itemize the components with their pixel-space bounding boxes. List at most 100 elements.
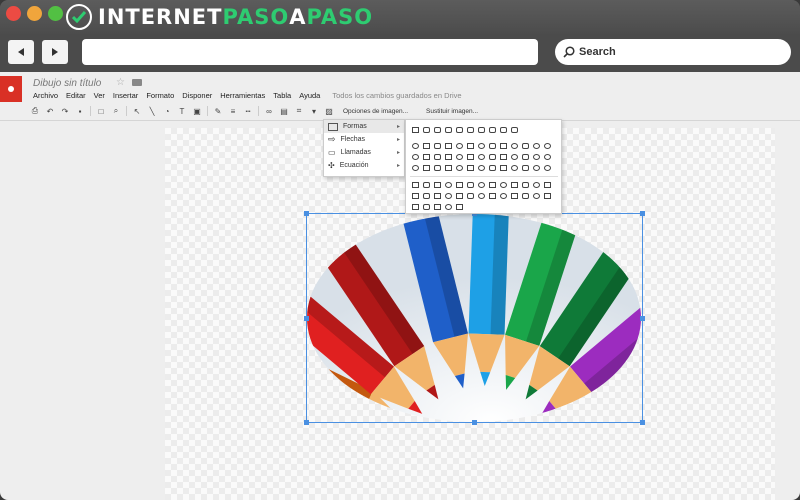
address-bar[interactable]: [82, 39, 538, 65]
select-cursor-icon[interactable]: ↖: [132, 107, 142, 116]
shape-option[interactable]: [410, 124, 421, 135]
menu-item-callouts[interactable]: ▭ Llamadas ▸: [324, 146, 404, 159]
shape-option[interactable]: [421, 179, 432, 190]
menu-item-arrows[interactable]: ⇨ Flechas ▸: [324, 133, 404, 146]
shape-option[interactable]: [520, 151, 531, 162]
resize-handle[interactable]: [304, 211, 309, 216]
shape-option[interactable]: [542, 151, 553, 162]
undo-icon[interactable]: ↶: [45, 107, 55, 116]
shape-option[interactable]: [465, 179, 476, 190]
replace-image-button[interactable]: Sustituir imagen...: [426, 108, 478, 115]
menu-herramientas[interactable]: Herramientas: [220, 91, 265, 100]
menu-item-equation[interactable]: ✣ Ecuación ▸: [324, 159, 404, 172]
document-title[interactable]: Dibujo sin título: [33, 78, 101, 89]
shape-option[interactable]: [542, 162, 553, 173]
shape-option[interactable]: [520, 190, 531, 201]
shape-option[interactable]: [476, 179, 487, 190]
drawings-logo-icon[interactable]: [0, 76, 22, 102]
shape-option[interactable]: [509, 151, 520, 162]
close-window-button[interactable]: [6, 6, 21, 21]
back-button[interactable]: [8, 40, 34, 64]
shape-option[interactable]: [542, 179, 553, 190]
shape-option[interactable]: [432, 140, 443, 151]
shape-option[interactable]: [443, 140, 454, 151]
menu-archivo[interactable]: Archivo: [33, 91, 58, 100]
shape-option[interactable]: [531, 179, 542, 190]
paint-format-icon[interactable]: ▪: [75, 107, 85, 116]
reset-image-icon[interactable]: ▨: [324, 107, 334, 116]
redo-icon[interactable]: ↷: [60, 107, 70, 116]
shape-option[interactable]: [465, 190, 476, 201]
shape-option[interactable]: [498, 140, 509, 151]
shape-option[interactable]: [509, 140, 520, 151]
shape-option[interactable]: [443, 179, 454, 190]
shape-option[interactable]: [454, 190, 465, 201]
resize-handle[interactable]: [640, 211, 645, 216]
shape-option[interactable]: [421, 201, 432, 212]
mask-image-icon[interactable]: ▾: [309, 107, 319, 116]
shape-option[interactable]: [487, 162, 498, 173]
shape-option[interactable]: [410, 179, 421, 190]
zoom-icon[interactable]: ⌕: [111, 106, 121, 116]
shape-option[interactable]: [531, 162, 542, 173]
menu-ver[interactable]: Ver: [94, 91, 105, 100]
shape-option[interactable]: [410, 201, 421, 212]
shape-option[interactable]: [498, 151, 509, 162]
shape-option[interactable]: [531, 151, 542, 162]
resize-handle[interactable]: [304, 316, 309, 321]
shape-option[interactable]: [443, 151, 454, 162]
shape-option[interactable]: [509, 190, 520, 201]
shape-option[interactable]: [542, 190, 553, 201]
image-options-button[interactable]: Opciones de imagen...: [343, 108, 408, 115]
shape-option[interactable]: [432, 124, 443, 135]
folder-icon[interactable]: [132, 79, 142, 86]
resize-handle[interactable]: [304, 420, 309, 425]
resize-handle[interactable]: [472, 420, 477, 425]
image-icon[interactable]: ▣: [192, 107, 202, 116]
shape-option[interactable]: [454, 179, 465, 190]
menu-formato[interactable]: Formato: [146, 91, 174, 100]
menu-tabla[interactable]: Tabla: [273, 91, 291, 100]
shape-option[interactable]: [476, 124, 487, 135]
shape-option[interactable]: [432, 162, 443, 173]
search-field[interactable]: Search: [555, 39, 791, 65]
crop-icon[interactable]: ⌗: [294, 106, 304, 116]
border-dash-icon[interactable]: ┅: [243, 107, 253, 116]
shape-option[interactable]: [509, 162, 520, 173]
line-tool-icon[interactable]: ╲: [147, 107, 157, 116]
shape-option[interactable]: [443, 201, 454, 212]
shape-option[interactable]: [432, 179, 443, 190]
minimize-window-button[interactable]: [27, 6, 42, 21]
shape-option[interactable]: [454, 162, 465, 173]
shape-option[interactable]: [509, 124, 520, 135]
selected-image[interactable]: [304, 211, 645, 425]
shape-option[interactable]: [410, 140, 421, 151]
menu-disponer[interactable]: Disponer: [182, 91, 212, 100]
shape-option[interactable]: [509, 179, 520, 190]
shape-option[interactable]: [498, 162, 509, 173]
shape-option[interactable]: [487, 190, 498, 201]
shape-option[interactable]: [531, 140, 542, 151]
shape-option[interactable]: [476, 151, 487, 162]
shape-tool-icon[interactable]: ◔: [162, 107, 172, 116]
star-icon[interactable]: ☆: [116, 77, 125, 88]
forward-button[interactable]: [42, 40, 68, 64]
shape-option[interactable]: [410, 162, 421, 173]
maximize-window-button[interactable]: [48, 6, 63, 21]
shape-option[interactable]: [520, 140, 531, 151]
menu-ayuda[interactable]: Ayuda: [299, 91, 320, 100]
shape-option[interactable]: [465, 151, 476, 162]
shape-option[interactable]: [476, 190, 487, 201]
text-box-icon[interactable]: T: [177, 107, 187, 116]
shape-option[interactable]: [454, 151, 465, 162]
menu-insertar[interactable]: Insertar: [113, 91, 138, 100]
menu-editar[interactable]: Editar: [66, 91, 86, 100]
shape-option[interactable]: [421, 162, 432, 173]
shape-option[interactable]: [542, 140, 553, 151]
shape-option[interactable]: [487, 140, 498, 151]
resize-handle[interactable]: [640, 420, 645, 425]
shape-option[interactable]: [432, 190, 443, 201]
link-icon[interactable]: ∞: [264, 107, 274, 116]
shape-option[interactable]: [520, 179, 531, 190]
shape-option[interactable]: [531, 190, 542, 201]
